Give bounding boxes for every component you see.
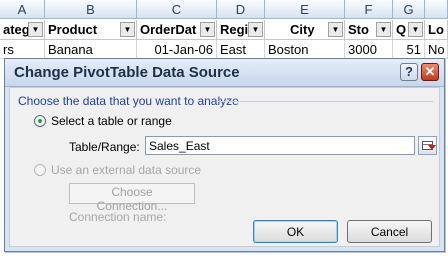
column-header-g[interactable]: G xyxy=(393,0,425,19)
collapse-dialog-button[interactable] xyxy=(418,136,437,155)
select-table-label[interactable]: Select a table or range xyxy=(51,114,172,128)
table-cell[interactable]: rs xyxy=(0,40,45,59)
column-header-c[interactable]: C xyxy=(137,0,217,19)
ok-button[interactable]: OK xyxy=(253,220,338,243)
filter-dropdown-icon[interactable]: ▼ xyxy=(408,22,423,37)
external-source-radio[interactable] xyxy=(34,164,46,176)
table-cell[interactable]: No xyxy=(425,40,448,59)
dialog-body: Choose the data that you want to analyze… xyxy=(9,87,440,247)
header-row: atego ▼ Product ▼ OrderDat ▼ Regio ▼ City ▼ S… xyxy=(0,20,448,40)
help-button[interactable]: ? xyxy=(400,63,418,81)
header-cell[interactable]: Sto ▼ xyxy=(345,20,393,40)
column-header-a[interactable]: A xyxy=(0,0,45,19)
close-button[interactable]: ✕ xyxy=(421,63,439,81)
header-label: City xyxy=(290,22,315,37)
filter-dropdown-icon[interactable]: ▼ xyxy=(376,22,391,37)
header-label: Sto xyxy=(348,22,369,37)
header-label: OrderDat xyxy=(140,22,197,37)
close-icon: ✕ xyxy=(424,64,436,79)
header-label: Q xyxy=(396,22,407,37)
column-header-d[interactable]: D xyxy=(217,0,265,19)
header-cell[interactable]: Lo xyxy=(425,20,448,40)
header-cell[interactable]: atego ▼ xyxy=(0,20,45,40)
cancel-button[interactable]: Cancel xyxy=(347,220,432,243)
header-cell[interactable]: Q ▼ xyxy=(393,20,425,40)
table-range-input[interactable] xyxy=(145,136,415,155)
connection-name-label: Connection name: xyxy=(69,210,167,224)
group-divider xyxy=(218,101,433,102)
filter-dropdown-icon[interactable]: ▼ xyxy=(28,22,43,37)
header-cell[interactable]: City ▼ xyxy=(265,20,345,40)
select-table-radio[interactable] xyxy=(34,115,46,127)
table-row: rs Banana 01-Jan-06 East Boston 3000 51 … xyxy=(0,40,448,59)
choose-connection-button[interactable]: Choose Connection... xyxy=(69,183,195,213)
help-icon: ? xyxy=(405,64,413,79)
header-cell[interactable]: OrderDat ▼ xyxy=(137,20,217,40)
table-cell[interactable]: 51 xyxy=(393,40,425,59)
filter-dropdown-icon[interactable]: ▼ xyxy=(120,22,135,37)
external-source-label[interactable]: Use an external data source xyxy=(51,163,201,177)
arrow-icon xyxy=(428,145,436,150)
header-cell[interactable]: Product ▼ xyxy=(45,20,137,40)
header-label: Product xyxy=(48,22,98,37)
filter-dropdown-icon[interactable]: ▼ xyxy=(248,22,263,37)
dialog-titlebar[interactable]: Change PivotTable Data Source ? ✕ xyxy=(5,59,444,87)
column-header-h[interactable] xyxy=(425,0,448,19)
column-header-e[interactable]: E xyxy=(265,0,345,19)
table-cell[interactable]: 3000 xyxy=(345,40,393,59)
table-cell[interactable]: 01-Jan-06 xyxy=(137,40,217,59)
radio-selected-dot xyxy=(38,119,42,123)
header-label: Lo xyxy=(428,22,444,37)
header-cell[interactable]: Regio ▼ xyxy=(217,20,265,40)
column-header-f[interactable]: F xyxy=(345,0,393,19)
table-cell[interactable]: Boston xyxy=(265,40,345,59)
group-label: Choose the data that you want to analyze xyxy=(18,94,239,108)
table-cell[interactable]: East xyxy=(217,40,265,59)
dialog-title: Change PivotTable Data Source xyxy=(14,64,240,81)
filter-dropdown-icon[interactable]: ▼ xyxy=(200,22,215,37)
column-headers: A B C D E F G xyxy=(0,0,448,20)
table-range-label: Table/Range: xyxy=(69,140,140,154)
filter-dropdown-icon[interactable]: ▼ xyxy=(328,22,343,37)
change-pivottable-data-source-dialog: Change PivotTable Data Source ? ✕ Choose… xyxy=(4,58,445,252)
column-header-b[interactable]: B xyxy=(45,0,137,19)
table-cell[interactable]: Banana xyxy=(45,40,137,59)
